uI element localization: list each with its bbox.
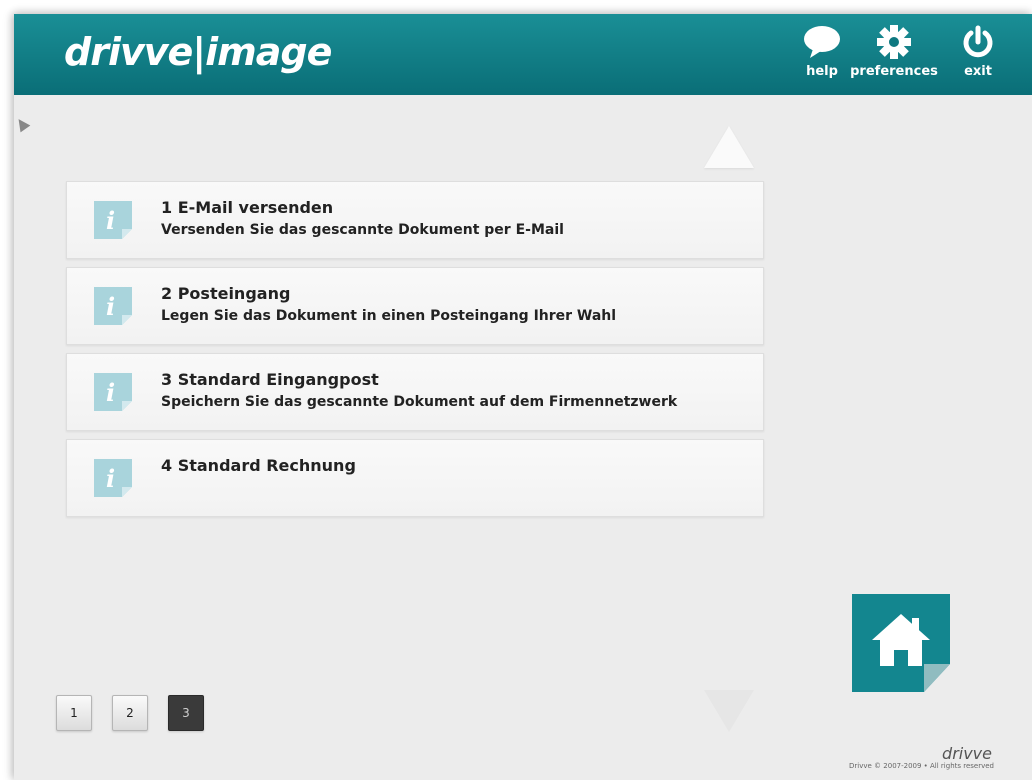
svg-text:i: i — [106, 464, 115, 493]
svg-text:i: i — [106, 292, 115, 321]
home-icon — [852, 594, 950, 696]
footer-logo: drivve — [942, 744, 992, 763]
app-logo: drivve|image — [64, 30, 332, 74]
preferences-label: preferences — [850, 64, 938, 79]
page-button-3[interactable]: 3 — [168, 695, 204, 731]
exit-button[interactable]: exit — [940, 22, 1016, 92]
info-icon[interactable]: i — [92, 285, 134, 327]
info-icon[interactable]: i — [92, 371, 134, 413]
item-title: 4 Standard Rechnung — [161, 456, 356, 475]
speech-bubble-icon — [802, 22, 842, 62]
gear-icon — [876, 22, 912, 62]
page-button-2[interactable]: 2 — [112, 695, 148, 731]
item-title: 3 Standard Eingangpost — [161, 370, 379, 389]
item-title: 2 Posteingang — [161, 284, 291, 303]
item-description: Speichern Sie das gescannte Dokument auf… — [161, 394, 678, 410]
header-bar: drivve|image help preferences exit — [14, 14, 1032, 95]
svg-text:i: i — [106, 378, 115, 407]
item-description: Legen Sie das Dokument in einen Posteing… — [161, 308, 617, 324]
app-frame: drivve|image help preferences exit i 1 E… — [14, 14, 1032, 780]
list-item[interactable]: i 1 E-Mail versenden Versenden Sie das g… — [66, 181, 764, 259]
list-item[interactable]: i 3 Standard Eingangpost Speichern Sie d… — [66, 353, 764, 431]
info-icon[interactable]: i — [92, 199, 134, 241]
scroll-down-arrow-icon[interactable] — [704, 690, 754, 732]
item-description: Versenden Sie das gescannte Dokument per… — [161, 222, 564, 238]
power-icon — [960, 22, 996, 62]
home-button[interactable] — [852, 594, 950, 692]
preferences-button[interactable]: preferences — [850, 22, 938, 92]
list-item[interactable]: i 2 Posteingang Legen Sie das Dokument i… — [66, 267, 764, 345]
pagination: 1 2 3 — [56, 695, 204, 731]
list-item[interactable]: i 4 Standard Rechnung — [66, 439, 764, 517]
info-icon[interactable]: i — [92, 457, 134, 499]
item-title: 1 E-Mail versenden — [161, 198, 334, 217]
footer-copyright: Drivve © 2007-2009 • All rights reserved — [849, 762, 994, 770]
page-button-1[interactable]: 1 — [56, 695, 92, 731]
help-label: help — [806, 64, 838, 79]
workflow-list: i 1 E-Mail versenden Versenden Sie das g… — [66, 181, 764, 525]
exit-label: exit — [964, 64, 992, 79]
svg-text:i: i — [106, 206, 115, 235]
scroll-up-arrow-icon[interactable] — [704, 126, 754, 168]
mouse-cursor-icon — [14, 115, 31, 133]
